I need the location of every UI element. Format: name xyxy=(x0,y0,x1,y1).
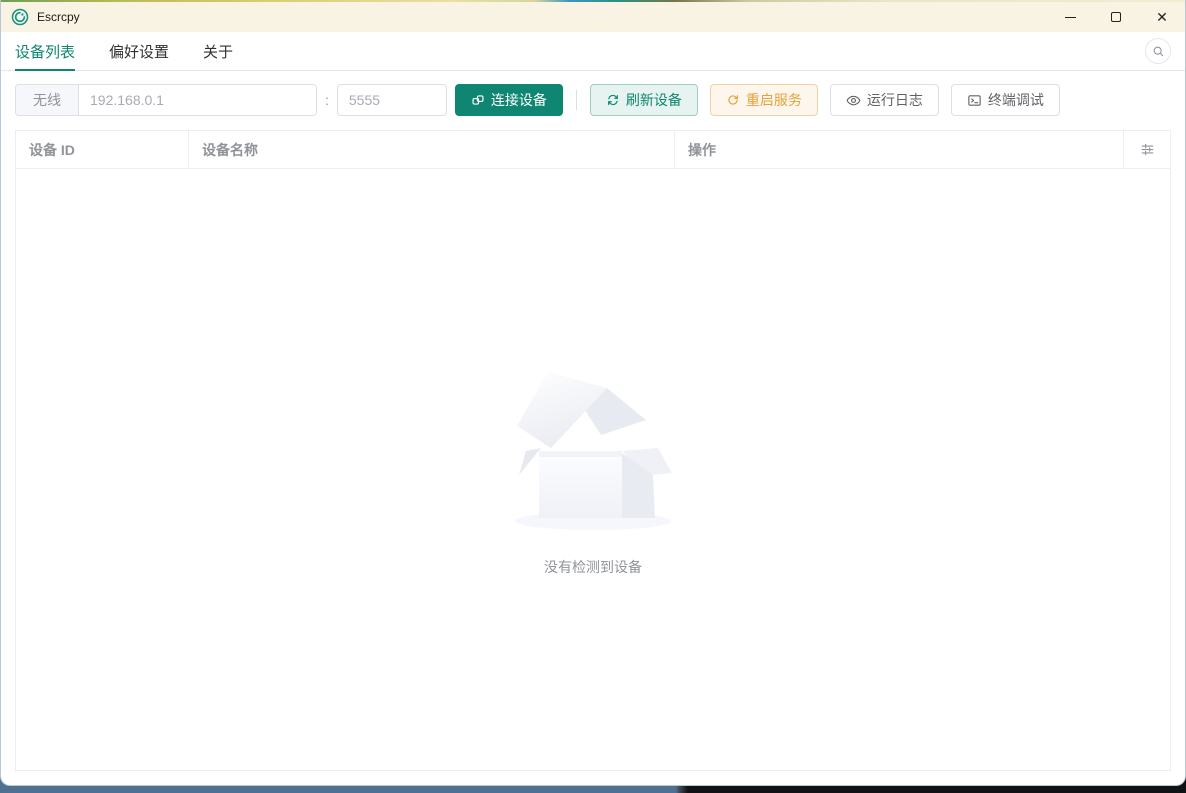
eye-icon xyxy=(846,95,861,105)
wireless-address-group: 无线 xyxy=(15,84,317,116)
maximize-button[interactable] xyxy=(1093,2,1139,32)
terminal-icon xyxy=(968,94,981,106)
empty-state-text: 没有检测到设备 xyxy=(544,558,642,575)
window-controls: ✕ xyxy=(1047,2,1185,32)
refresh-devices-button[interactable]: 刷新设备 xyxy=(589,84,698,116)
connect-device-button[interactable]: 连接设备 xyxy=(454,84,563,116)
run-logs-label: 运行日志 xyxy=(866,92,923,108)
host-input[interactable] xyxy=(79,85,316,115)
minimize-icon xyxy=(1064,16,1076,18)
column-header-device-id: 设备 ID xyxy=(16,131,189,168)
tab-about[interactable]: 关于 xyxy=(203,32,233,70)
tab-bar: 设备列表 偏好设置 关于 xyxy=(1,32,1185,71)
device-table-empty-state: 没有检测到设备 xyxy=(16,169,1170,770)
device-table-header: 设备 ID 设备名称 操作 xyxy=(16,131,1170,169)
tab-about-label: 关于 xyxy=(203,43,234,61)
sliders-icon xyxy=(1141,143,1153,156)
app-logo-icon xyxy=(11,8,29,26)
column-settings-button[interactable] xyxy=(1124,131,1170,168)
device-table: 设备 ID 设备名称 操作 没有检测到设备 xyxy=(15,130,1171,771)
close-icon: ✕ xyxy=(1156,9,1168,25)
run-logs-button[interactable]: 运行日志 xyxy=(829,84,939,116)
app-window: Escrcpy ✕ 设备列表 偏好设置 关于 无线 192.168.0.1: … xyxy=(0,0,1186,786)
refresh-right-icon xyxy=(728,95,738,105)
connect-device-label: 连接设备 xyxy=(490,92,547,108)
tab-device-list-label: 设备列表 xyxy=(15,43,76,61)
maximize-icon xyxy=(1111,12,1121,22)
restart-service-button[interactable]: 重启服务 xyxy=(709,84,818,116)
refresh-icon xyxy=(607,94,618,106)
close-button[interactable]: ✕ xyxy=(1139,2,1185,32)
minimize-button[interactable] xyxy=(1047,2,1093,32)
tab-preferences-label: 偏好设置 xyxy=(109,43,170,61)
search-icon xyxy=(1153,46,1163,56)
terminal-debug-button[interactable]: 终端调试 xyxy=(950,84,1060,116)
link-icon xyxy=(472,95,484,105)
wireless-label: 无线 xyxy=(16,85,79,115)
host-port-separator: : xyxy=(325,92,329,108)
column-header-operations: 操作 xyxy=(675,131,1124,168)
column-header-device-name: 设备名称 xyxy=(189,131,675,168)
empty-box-illustration xyxy=(515,371,672,530)
tab-preferences[interactable]: 偏好设置 xyxy=(109,32,169,70)
titlebar: Escrcpy ✕ xyxy=(1,2,1185,32)
desktop-screen: Escrcpy ✕ 设备列表 偏好设置 关于 无线 192.168.0.1: … xyxy=(0,0,1186,793)
restart-service-label: 重启服务 xyxy=(745,92,802,108)
toolbar: 无线 : 连接设备 刷新设备 xyxy=(1,71,1185,116)
toolbar-divider xyxy=(575,90,577,110)
port-input[interactable] xyxy=(336,84,447,116)
search-button[interactable] xyxy=(1145,38,1171,64)
tab-device-list[interactable]: 设备列表 xyxy=(15,32,76,71)
terminal-debug-label: 终端调试 xyxy=(987,92,1044,108)
window-title: Escrcpy xyxy=(37,10,80,24)
refresh-devices-label: 刷新设备 xyxy=(625,92,682,108)
